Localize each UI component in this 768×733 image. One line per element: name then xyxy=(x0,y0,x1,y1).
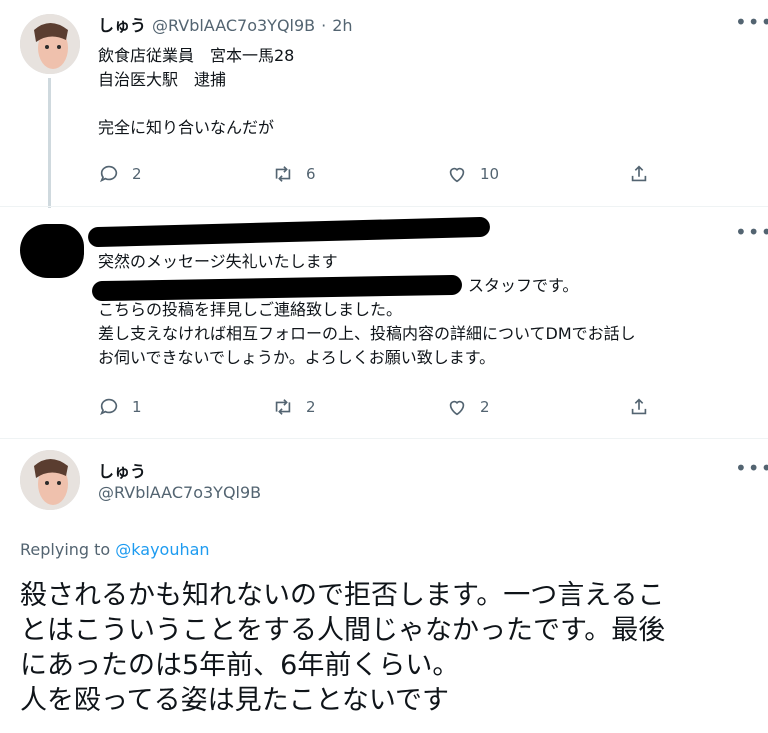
timestamp[interactable]: 2h xyxy=(332,16,352,35)
tweet-text-line1: 突然のメッセージ失礼いたします xyxy=(98,252,338,271)
more-dots-icon[interactable]: ••• xyxy=(735,10,768,34)
reply-count: 2 xyxy=(132,165,142,183)
like-count: 10 xyxy=(480,165,500,183)
more-dots-icon[interactable]: ••• xyxy=(735,456,768,480)
more-dots-icon[interactable]: ••• xyxy=(735,220,768,244)
author-name[interactable]: しゅう xyxy=(98,12,146,36)
replying-to-mention[interactable]: @kayouhan xyxy=(115,540,209,559)
retweet-icon xyxy=(275,399,291,415)
author-handle[interactable]: @RVblAAC7o3YQl9B xyxy=(98,483,261,502)
heart-icon xyxy=(449,167,465,183)
redacted-avatar xyxy=(20,224,84,278)
reply-button[interactable]: 1 xyxy=(98,396,142,418)
retweet-button[interactable]: 2 xyxy=(272,396,316,418)
reply-bubble-icon xyxy=(100,165,118,183)
share-icon xyxy=(631,398,647,415)
share-button[interactable] xyxy=(628,163,650,185)
like-button[interactable]: 2 xyxy=(446,396,490,418)
separator: · xyxy=(321,16,327,35)
avatar[interactable] xyxy=(20,14,80,74)
share-icon xyxy=(631,165,647,182)
redacted-name-bar xyxy=(87,216,491,248)
retweet-count: 2 xyxy=(306,398,316,416)
like-button[interactable]: 10 xyxy=(446,163,499,185)
avatar[interactable] xyxy=(20,450,80,510)
heart-icon xyxy=(449,400,465,416)
like-count: 2 xyxy=(480,398,490,416)
thread-line xyxy=(48,78,51,208)
share-button[interactable] xyxy=(628,396,650,418)
retweet-button[interactable]: 6 xyxy=(272,163,316,185)
reply-bubble-icon xyxy=(100,398,118,416)
tweet-text-rest: こちらの投稿を拝見しご連絡致しました。 差し支えなければ相互フォローの上、投稿内… xyxy=(98,300,636,367)
tweet-divider xyxy=(0,206,768,207)
tweet-main-text: 殺されるかも知れないので拒否します。一つ言えるこ とはこういうことをする人間じゃ… xyxy=(20,580,666,716)
replying-to-label: Replying to xyxy=(20,540,111,559)
author-handle[interactable]: @RVblAAC7o3YQl9B xyxy=(152,16,315,35)
tweet-text: 飲食店従業員 宮本一馬28 自治医大駅 逮捕 完全に知り合いなんだが xyxy=(98,46,295,137)
tweet-divider xyxy=(0,438,768,439)
tweet-text-line2: スタッフです。 xyxy=(468,276,579,295)
author-name[interactable]: しゅう xyxy=(98,458,146,482)
replying-to: Replying to @kayouhan xyxy=(20,540,210,559)
retweet-icon xyxy=(275,166,291,182)
reply-count: 1 xyxy=(132,398,142,416)
reply-button[interactable]: 2 xyxy=(98,163,142,185)
retweet-count: 6 xyxy=(306,165,316,183)
